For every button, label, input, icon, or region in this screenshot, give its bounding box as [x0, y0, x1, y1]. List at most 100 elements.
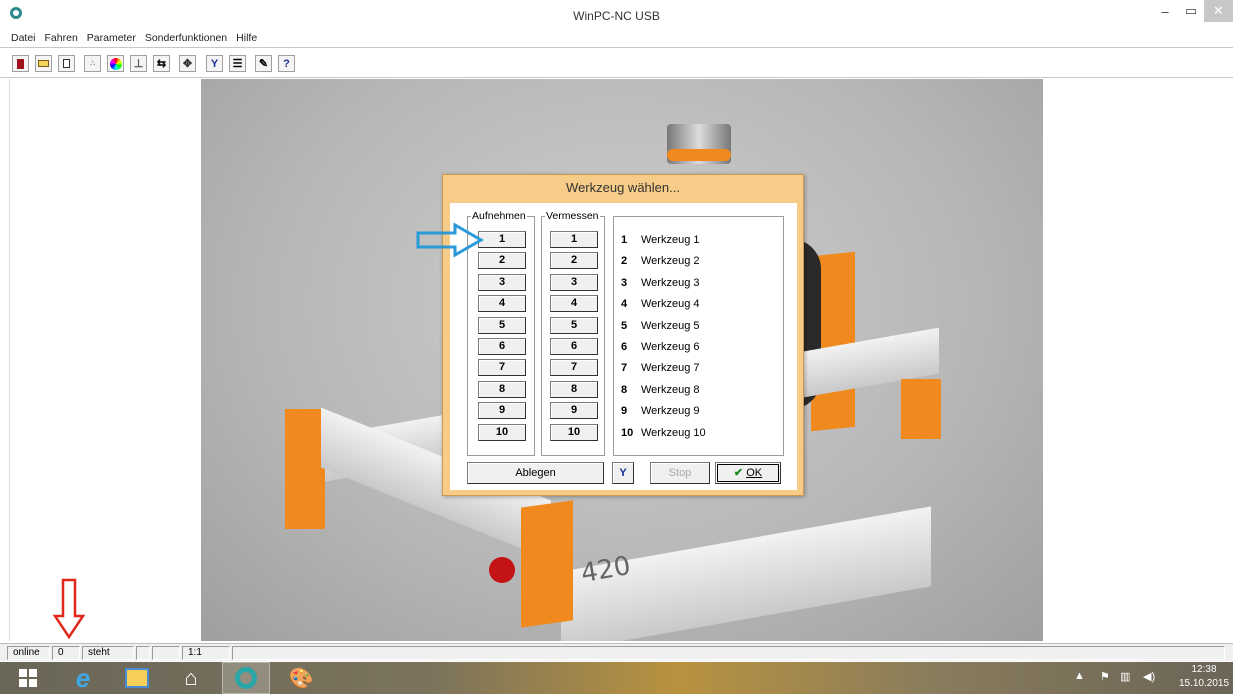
- tool-name: Werkzeug 2: [641, 255, 700, 267]
- transfer-icon[interactable]: ⇆: [153, 55, 170, 72]
- tool-name: Werkzeug 5: [641, 320, 700, 332]
- tool-list-item: 4 Werkzeug 4: [621, 296, 700, 312]
- tool-list-item: 1 Werkzeug 1: [621, 232, 700, 248]
- tool-name: Werkzeug 1: [641, 234, 700, 246]
- pick-tool-button[interactable]: 8: [478, 381, 526, 398]
- pick-tool-button[interactable]: 10: [478, 424, 526, 441]
- pen-icon[interactable]: ✎: [255, 55, 272, 72]
- measure-tool-button[interactable]: 10: [550, 424, 598, 441]
- wrench-icon[interactable]: Y: [206, 55, 223, 72]
- ok-label: OK: [746, 467, 763, 479]
- measure-tool-button[interactable]: 4: [550, 295, 598, 312]
- menu-datei[interactable]: Datei: [11, 30, 36, 46]
- red-arrow-annotation: [52, 578, 86, 640]
- menu-parameter[interactable]: Parameter: [87, 30, 136, 46]
- file-icon[interactable]: [58, 55, 75, 72]
- clock-date: 15.10.2015: [1178, 678, 1230, 689]
- home-icon[interactable]: ⌂: [166, 662, 216, 694]
- measure-tool-button[interactable]: 2: [550, 252, 598, 269]
- check-icon: ✔: [733, 467, 744, 479]
- status-tool: 0: [52, 646, 80, 660]
- tool-list-group: [613, 216, 784, 456]
- pick-tool-button[interactable]: 2: [478, 252, 526, 269]
- menu-fahren[interactable]: Fahren: [45, 30, 78, 46]
- tool-name: Werkzeug 3: [641, 277, 700, 289]
- pick-tool-button[interactable]: 6: [478, 338, 526, 355]
- tool-name: Werkzeug 7: [641, 362, 700, 374]
- measure-wrench-icon[interactable]: Y: [612, 462, 634, 484]
- ok-button[interactable]: ✔ OK: [715, 462, 781, 484]
- clock[interactable]: 12:38 15.10.2015: [1178, 663, 1230, 691]
- pick-tool-button[interactable]: 7: [478, 359, 526, 376]
- blue-arrow-annotation: [416, 222, 485, 258]
- measure-tool-button[interactable]: 9: [550, 402, 598, 419]
- open-folder-icon[interactable]: [35, 55, 52, 72]
- pick-group-label: Aufnehmen: [471, 210, 527, 222]
- tool-select-dialog: Werkzeug wählen... Aufnehmen Vermessen 1…: [442, 174, 804, 496]
- action-center-icon[interactable]: ⚑: [1100, 670, 1110, 683]
- tool-list-item: 7 Werkzeug 7: [621, 360, 700, 376]
- exit-icon[interactable]: [12, 55, 29, 72]
- pick-tool-button[interactable]: 9: [478, 402, 526, 419]
- ablegen-button[interactable]: Ablegen: [467, 462, 604, 484]
- right-pane: [1043, 79, 1233, 641]
- tool-list-item: 8 Werkzeug 8: [621, 382, 700, 398]
- tool-number: 9: [621, 405, 628, 417]
- stop-button[interactable]: Stop: [650, 462, 710, 484]
- network-icon[interactable]: ▥: [1120, 670, 1130, 683]
- tool-name: Werkzeug 6: [641, 341, 700, 353]
- measure-tool-button[interactable]: 7: [550, 359, 598, 376]
- status-state: steht: [82, 646, 134, 660]
- measure-tool-button[interactable]: 5: [550, 317, 598, 334]
- file-explorer-icon[interactable]: [112, 662, 162, 694]
- color-wheel-icon[interactable]: [107, 55, 124, 72]
- pick-tool-button[interactable]: 3: [478, 274, 526, 291]
- minimize-icon[interactable]: –: [1152, 0, 1178, 22]
- menu-hilfe[interactable]: Hilfe: [236, 30, 257, 46]
- move-icon[interactable]: ✥: [179, 55, 196, 72]
- dialog-body: Aufnehmen Vermessen 1 2 3 4 5 6 7 8 9 10 1 2 3 4 5 6 7 8…: [450, 203, 797, 490]
- measure-tool-button[interactable]: 6: [550, 338, 598, 355]
- tool-name: Werkzeug 10: [641, 427, 706, 439]
- status-field-7: [232, 646, 1225, 660]
- points-icon[interactable]: ∴: [84, 55, 101, 72]
- winpc-nc-icon[interactable]: [222, 662, 270, 694]
- tool-list-item: 9 Werkzeug 9: [621, 403, 700, 419]
- show-hidden-icons-icon[interactable]: ▲: [1074, 670, 1085, 682]
- tool-number: 1: [621, 234, 628, 246]
- measure-tool-button[interactable]: 3: [550, 274, 598, 291]
- tool-number: 5: [621, 320, 628, 332]
- clock-time: 12:38: [1191, 664, 1217, 675]
- tool-list-item: 6 Werkzeug 6: [621, 339, 700, 355]
- measure-tool-button[interactable]: 8: [550, 381, 598, 398]
- tool-list-item: 3 Werkzeug 3: [621, 275, 700, 291]
- pick-tool-button[interactable]: 5: [478, 317, 526, 334]
- maximize-icon[interactable]: ▭: [1178, 0, 1204, 22]
- volume-icon[interactable]: ◀): [1143, 670, 1155, 683]
- tool-name: Werkzeug 4: [641, 298, 700, 310]
- tool-number: 2: [621, 255, 628, 267]
- left-pane: [9, 79, 201, 641]
- menu-bar: Datei Fahren Parameter Sonderfunktionen …: [0, 30, 1233, 46]
- tool-number: 4: [621, 298, 628, 310]
- list-icon[interactable]: ☰: [229, 55, 246, 72]
- start-icon[interactable]: [8, 662, 48, 694]
- close-icon[interactable]: ✕: [1204, 0, 1233, 22]
- tool-name: Werkzeug 8: [641, 384, 700, 396]
- help-icon[interactable]: ?: [278, 55, 295, 72]
- measure-tool-button[interactable]: 1: [550, 231, 598, 248]
- menu-sonderfunktionen[interactable]: Sonderfunktionen: [145, 30, 227, 46]
- pick-tool-button[interactable]: 4: [478, 295, 526, 312]
- toolbar: ∴ ⊥ ⇆ ✥ Y ☰ ✎ ?: [0, 47, 1233, 78]
- anchor-icon[interactable]: ⊥: [130, 55, 147, 72]
- status-field-4: [136, 646, 150, 660]
- pick-tool-button[interactable]: 1: [478, 231, 526, 248]
- paint-icon[interactable]: 🎨: [276, 662, 326, 694]
- tool-list-item: 2 Werkzeug 2: [621, 253, 700, 269]
- status-field-5: [152, 646, 180, 660]
- tool-list-item: 5 Werkzeug 5: [621, 318, 700, 334]
- status-online: online: [7, 646, 50, 660]
- status-bar: online 0 steht 1:1: [0, 643, 1233, 661]
- tool-number: 6: [621, 341, 628, 353]
- internet-explorer-icon[interactable]: e: [58, 662, 108, 694]
